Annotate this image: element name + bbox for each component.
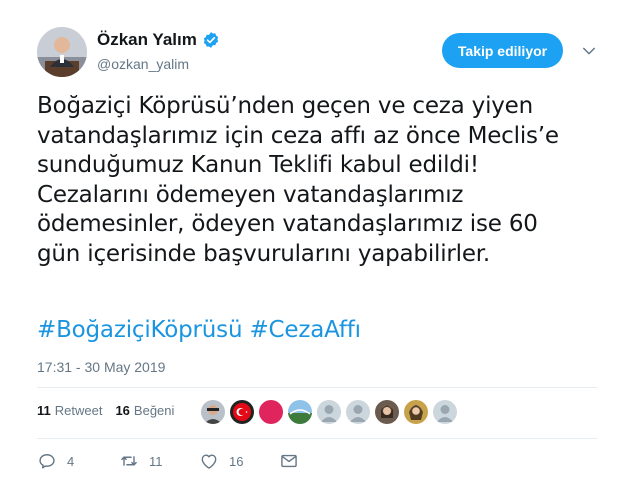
- like-action-count: 16: [229, 453, 244, 469]
- retweet-action-count: 11: [149, 453, 163, 469]
- liker-avatar[interactable]: [201, 400, 225, 424]
- like-label: Beğeni: [133, 403, 175, 418]
- engagement-stats: 11 Retweet 16 Beğeni: [37, 403, 187, 418]
- liker-avatar[interactable]: [259, 400, 283, 424]
- like-button[interactable]: 16: [199, 451, 279, 471]
- liker-avatar[interactable]: [230, 400, 254, 424]
- retweet-stat[interactable]: 11 Retweet: [37, 403, 102, 418]
- retweet-button[interactable]: 11: [119, 451, 199, 471]
- hashtag-link[interactable]: #CezaAffı: [249, 317, 361, 343]
- divider: [37, 387, 597, 388]
- action-bar: 4 11 16: [37, 451, 299, 471]
- liker-avatar[interactable]: [433, 400, 457, 424]
- heart-icon: [201, 454, 217, 469]
- tweet-card: Özkan Yalım @ozkan_yalim Takip ediliyor …: [0, 0, 633, 490]
- retweet-icon: [121, 456, 137, 466]
- retweet-label: Retweet: [54, 403, 103, 418]
- retweet-count: 11: [37, 403, 51, 418]
- tweet-line: Cezalarını ödemeyen vatandaşlarımız: [37, 181, 464, 208]
- direct-message-button[interactable]: [279, 451, 299, 471]
- liker-avatar[interactable]: [404, 400, 428, 424]
- liker-avatar[interactable]: [317, 400, 341, 424]
- hashtag-link[interactable]: #BoğaziçiKöprüsü: [37, 317, 243, 343]
- liker-avatar[interactable]: [346, 400, 370, 424]
- tweet-line: ödemesinler, ödeyen vatandaşlarımız ise …: [37, 211, 538, 237]
- chevron-down-icon[interactable]: [580, 42, 598, 60]
- author-handle[interactable]: @ozkan_yalim: [97, 56, 189, 72]
- author-avatar[interactable]: [37, 27, 87, 77]
- liker-avatar[interactable]: [375, 400, 399, 424]
- liker-avatar[interactable]: [288, 400, 312, 424]
- author-name[interactable]: Özkan Yalım: [97, 30, 197, 50]
- divider: [37, 438, 597, 439]
- tweet-timestamp[interactable]: 17:31 - 30 May 2019: [37, 359, 165, 375]
- reply-button[interactable]: 4: [37, 451, 119, 471]
- envelope-icon: [281, 454, 297, 468]
- tweet-line: sunduğumuz Kanun Teklifi kabul edildi!: [37, 152, 479, 178]
- tweet-text: Boğaziçi Köprüsü’nden geçen ve ceza yiye…: [37, 92, 607, 269]
- verified-badge-icon: [203, 32, 218, 48]
- like-stat[interactable]: 16 Beğeni: [115, 403, 174, 418]
- following-button[interactable]: Takip ediliyor: [442, 33, 563, 68]
- reply-icon: [39, 454, 55, 469]
- reply-count: 4: [67, 453, 75, 469]
- tweet-line: gün içerisinde başvurularını yapabilirle…: [37, 240, 491, 267]
- tweet-line: vatandaşlarımız için ceza affı az önce M…: [37, 122, 559, 149]
- likers-avatars: [201, 400, 462, 424]
- tweet-line: Boğaziçi Köprüsü’nden geçen ve ceza yiye…: [37, 93, 534, 119]
- author-name-row[interactable]: Özkan Yalım: [97, 30, 220, 50]
- hashtags: #BoğaziçiKöprüsü #CezaAffı: [37, 317, 361, 343]
- like-count: 16: [115, 403, 130, 418]
